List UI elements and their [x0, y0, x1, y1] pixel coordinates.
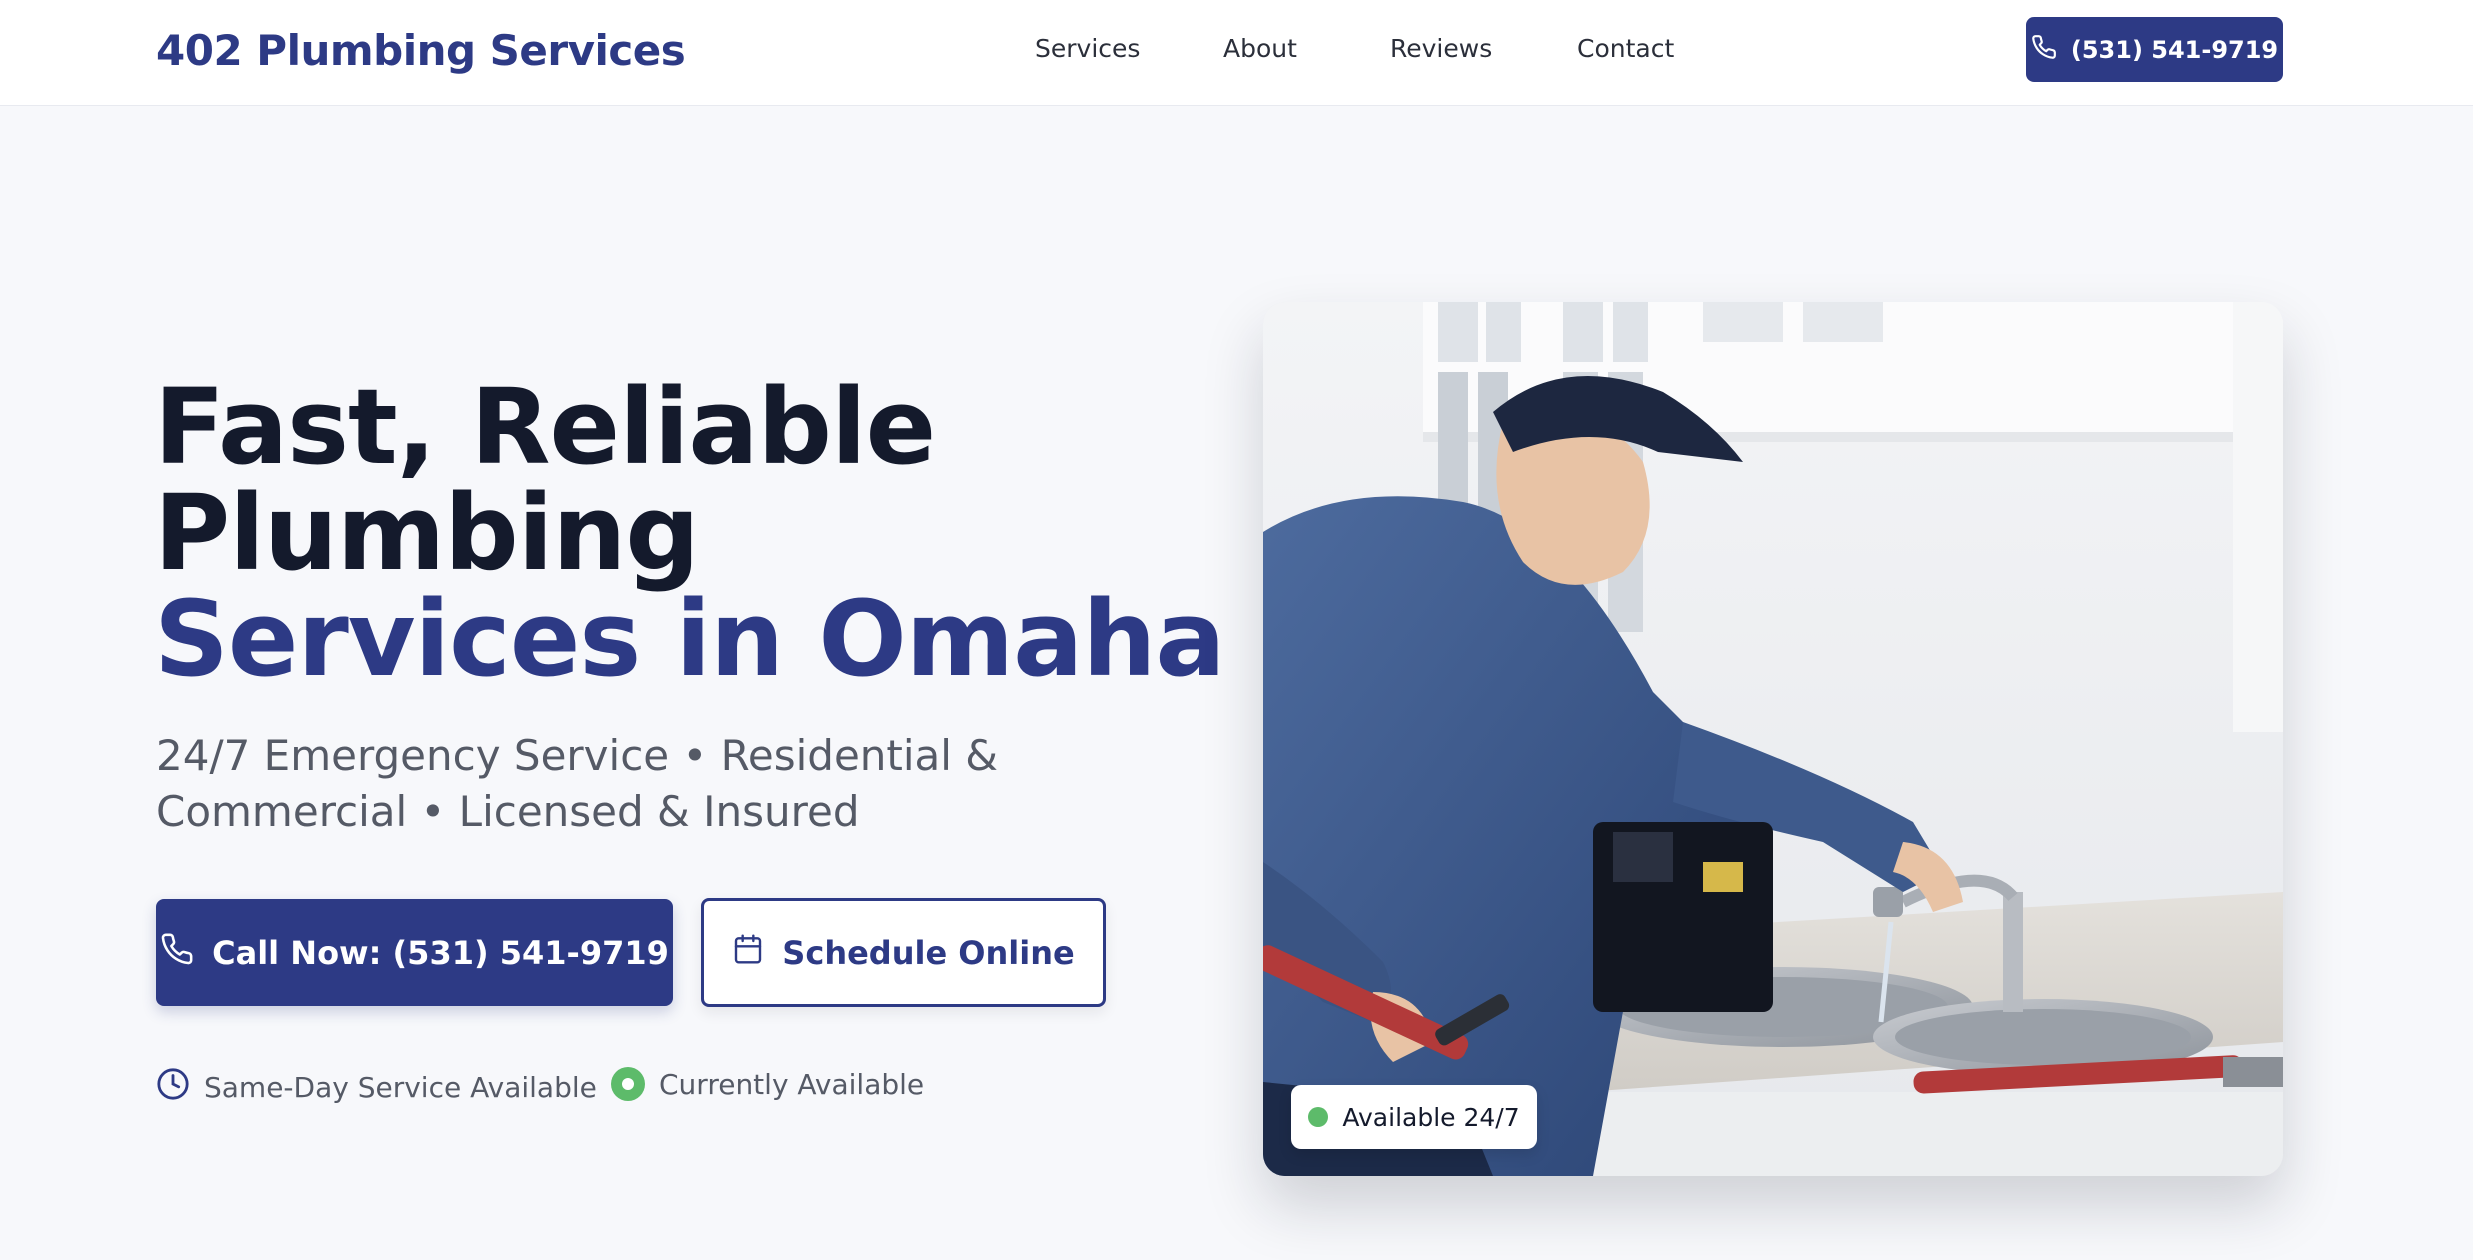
call-now-label: Call Now: (531) 541-9719	[212, 933, 669, 972]
plumber-photo-illustration	[1263, 302, 2283, 1176]
trust-currently-available: Currently Available	[611, 1067, 924, 1101]
available-badge: Available 24/7	[1291, 1085, 1537, 1149]
hero-photo: Available 24/7	[1263, 302, 2283, 1176]
nav-link-reviews[interactable]: Reviews	[1390, 34, 1492, 63]
nav-link-about[interactable]: About	[1223, 34, 1297, 63]
nav-link-contact[interactable]: Contact	[1577, 34, 1674, 63]
brand-logo[interactable]: 402 Plumbing Services	[156, 26, 686, 75]
status-dot-icon	[611, 1067, 645, 1101]
hero-title-line1: Fast, Reliable	[154, 366, 936, 488]
trust-same-day-label: Same-Day Service Available	[204, 1071, 597, 1104]
call-now-button[interactable]: Call Now: (531) 541-9719	[156, 899, 673, 1006]
hero-title: Fast, Reliable Plumbing Services in Omah…	[154, 366, 1226, 700]
status-dot-icon	[1308, 1107, 1329, 1127]
hero-subtitle: 24/7 Emergency Service • Residential & C…	[156, 731, 999, 836]
nav-link-services[interactable]: Services	[1035, 34, 1140, 63]
schedule-online-label: Schedule Online	[782, 933, 1075, 972]
header-call-button[interactable]: (531) 541-9719	[2026, 17, 2283, 82]
phone-icon	[2031, 34, 2057, 66]
calendar-icon	[732, 933, 764, 973]
clock-icon	[156, 1067, 190, 1108]
available-badge-label: Available 24/7	[1342, 1102, 1520, 1132]
header-call-label: (531) 541-9719	[2070, 35, 2279, 64]
trust-available-label: Currently Available	[659, 1067, 925, 1101]
phone-icon	[160, 932, 194, 974]
hero-title-accent: Services in Omaha	[154, 578, 1226, 700]
trust-same-day: Same-Day Service Available	[156, 1067, 597, 1108]
site-header: 402 Plumbing Services Services About Rev…	[0, 0, 2473, 106]
hero-title-line2: Plumbing	[154, 472, 700, 594]
schedule-online-button[interactable]: Schedule Online	[701, 898, 1106, 1007]
